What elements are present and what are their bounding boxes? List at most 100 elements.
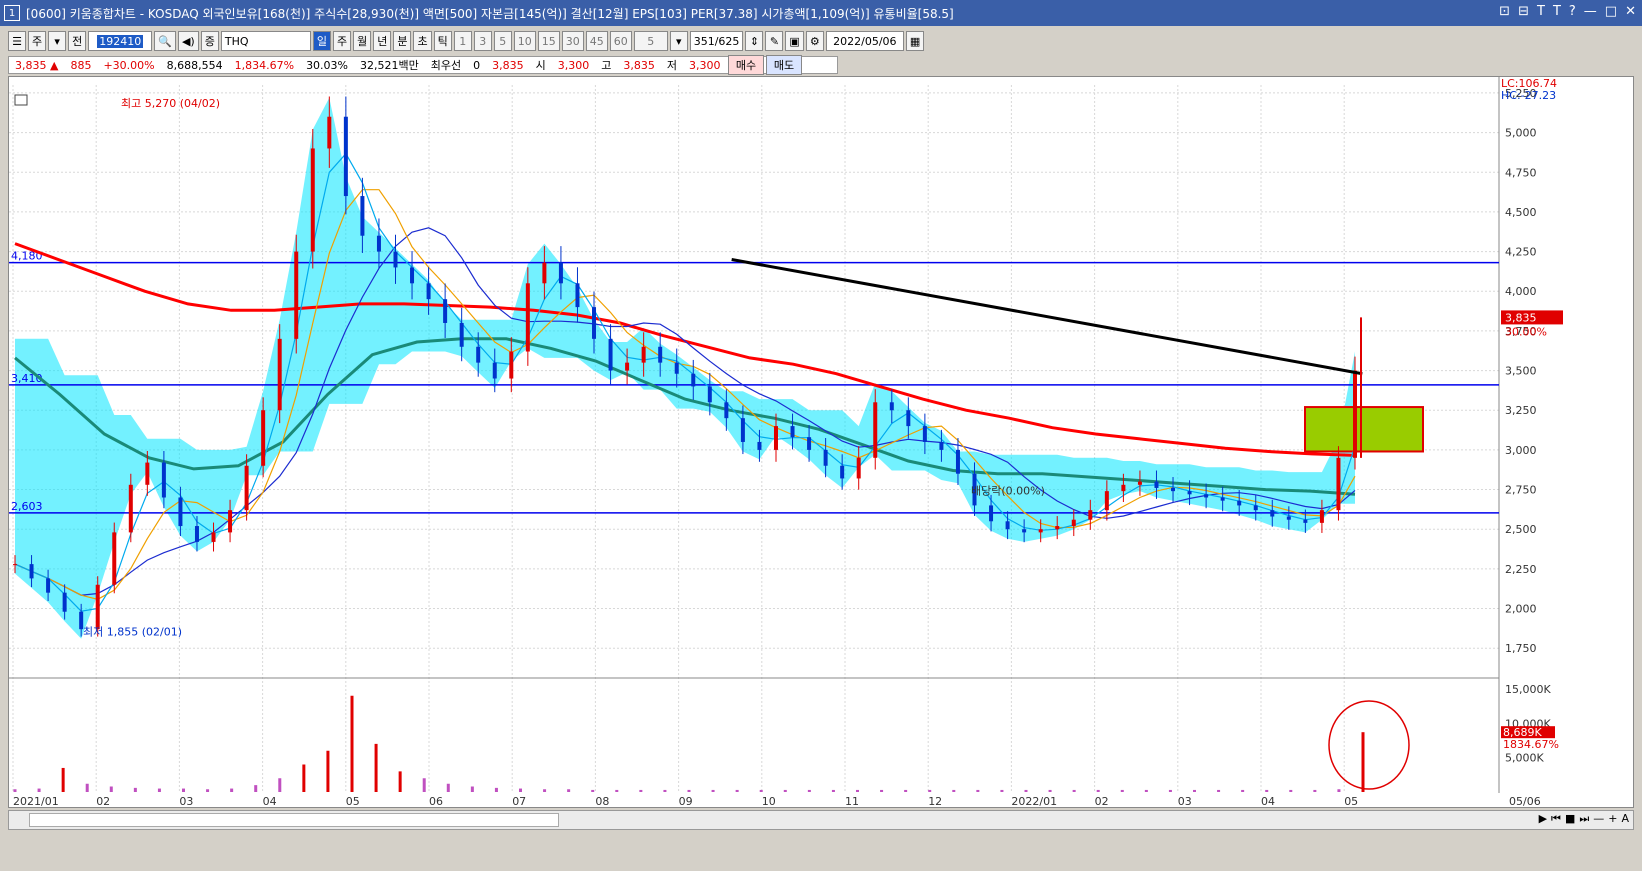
speaker-icon[interactable]: ◀) [177, 31, 199, 51]
candle-body [989, 505, 994, 522]
volume-bar [1241, 789, 1245, 792]
scroll-thumb[interactable] [29, 813, 559, 827]
volume-bar [711, 789, 715, 792]
turnover-rate: 30.03% [306, 58, 349, 72]
chevron-down-icon[interactable]: ▾ [669, 31, 688, 51]
volume-bar [1120, 789, 1124, 792]
restore-small-icon[interactable]: ⊡ [1499, 4, 1510, 19]
volume-bar [1217, 789, 1221, 792]
x-tick-label: 02 [96, 795, 110, 807]
volume-bar [687, 789, 691, 792]
hc-label: HC:-27.23 [1501, 89, 1556, 102]
interval-15[interactable]: 15 [537, 31, 560, 51]
interval-5[interactable]: 5 [493, 31, 512, 51]
calendar-icon[interactable]: ▦ [905, 31, 925, 51]
period-tick[interactable]: 틱 [433, 31, 452, 51]
period-week[interactable]: 주 [332, 31, 352, 51]
forward-icon[interactable]: ⏭ [1579, 812, 1589, 826]
chart-toolbar: ☰ 주 ▾ 전 192410 🔍 ◀) 증 THQ 일 주 월 년 분 초 틱 … [0, 28, 1642, 54]
tile-icon[interactable]: ⊟ [1518, 4, 1529, 19]
stop-icon[interactable]: ■ [1565, 812, 1575, 826]
candle-body [459, 322, 464, 347]
code-type-badge[interactable]: 증 [200, 31, 219, 51]
x-tick-label: 11 [845, 795, 859, 807]
candle-body [773, 426, 778, 450]
candle-body [29, 564, 34, 579]
minimize-button[interactable]: — [1584, 4, 1597, 19]
date-input[interactable]: 2022/05/06 [825, 31, 904, 51]
gear-icon[interactable]: ⚙ [805, 31, 824, 51]
zoom-icon[interactable]: ⇕ [745, 31, 764, 51]
ma-240-line [14, 242, 1356, 457]
buy-button[interactable]: 매수 [728, 55, 764, 75]
count-input[interactable]: 351/625 [689, 31, 744, 51]
best-bid-price: 3,835 [492, 58, 524, 72]
chevron-down-icon[interactable]: ▾ [48, 31, 67, 51]
window-icon[interactable]: 1 [4, 5, 20, 21]
chart-scrollbar[interactable]: ▶ ⏮ ■ ⏭ — + A [8, 810, 1634, 830]
y-tick-label: 2,500 [1505, 523, 1537, 536]
price-change-pct: +30.00% [103, 58, 155, 72]
volume-bar [1361, 732, 1365, 792]
candle-body [294, 251, 299, 339]
period-month[interactable]: 월 [353, 31, 372, 51]
candle-body [1336, 457, 1341, 511]
maximize-button[interactable]: □ [1605, 4, 1617, 19]
help-icon[interactable]: ? [1569, 4, 1576, 19]
interval-45[interactable]: 45 [585, 31, 608, 51]
candle-body [1353, 370, 1357, 458]
last-price-label: 3,835 [1505, 311, 1537, 324]
menu-icon[interactable]: ☰ [8, 31, 26, 51]
quote-bar: 3,835 ▲ 885 +30.00% 8,688,554 1,834.67% … [8, 56, 838, 74]
period-year[interactable]: 년 [373, 31, 392, 51]
period-day[interactable]: 일 [312, 31, 331, 51]
stock-code-input[interactable]: 192410 [88, 31, 153, 51]
candle-body [608, 338, 613, 371]
candle-body [840, 465, 845, 479]
current-price: 3,835 ▲ [15, 58, 59, 72]
volume-tick-label: 15,000K [1505, 683, 1551, 696]
save-icon[interactable]: ▣ [785, 31, 804, 51]
volume-bar [928, 789, 932, 792]
interval-30[interactable]: 30 [561, 31, 584, 51]
interval-input[interactable]: 5 [633, 31, 668, 51]
prev-button[interactable]: 전 [68, 31, 87, 51]
x-tick-label: 07 [512, 795, 526, 807]
volume-bar [13, 789, 17, 792]
search-icon[interactable]: 🔍 [154, 31, 176, 51]
period-minute[interactable]: 분 [393, 31, 412, 51]
font-bigger-icon[interactable]: T [1537, 4, 1545, 19]
zoom-in-icon[interactable]: + [1608, 812, 1617, 826]
x-tick-label: 2022/01 [1011, 795, 1057, 807]
candle-body [95, 584, 100, 630]
interval-60[interactable]: 60 [609, 31, 632, 51]
volume-bar [1024, 789, 1028, 792]
play-icon[interactable]: ▶ [1539, 812, 1547, 826]
candle-body [443, 299, 448, 323]
period-second[interactable]: 초 [413, 31, 432, 51]
zoom-out-icon[interactable]: — [1593, 812, 1604, 826]
candle-body [1038, 529, 1043, 533]
volume-bar [1144, 789, 1148, 792]
chart-area[interactable]: 5,250 5,000 4,750 4,500 4,250 4,000 3,750 3,500… [8, 76, 1634, 808]
volume-bar [1048, 789, 1052, 792]
interval-1[interactable]: 1 [453, 31, 472, 51]
sell-button[interactable]: 매도 [766, 55, 802, 75]
x-tick-label: 12 [928, 795, 942, 807]
candle-body [1220, 497, 1225, 501]
interval-3[interactable]: 3 [473, 31, 492, 51]
close-button[interactable]: ✕ [1625, 4, 1636, 19]
candle-body [13, 564, 17, 566]
title-bar: 1 [0600] 키움종합차트 - KOSDAQ 외국인보유[168(천)] 주… [0, 0, 1642, 26]
price-chart-svg[interactable]: 5,2505,0004,7504,5004,2504,0003,7503,500… [9, 77, 1633, 808]
candle-body [228, 510, 233, 533]
candle-body [939, 441, 944, 450]
font-size-icon[interactable]: A [1621, 812, 1629, 826]
interval-10[interactable]: 10 [513, 31, 536, 51]
draw-tool-icon[interactable]: ✎ [765, 31, 784, 51]
font-smaller-icon[interactable]: T [1553, 4, 1561, 19]
chart-type-select[interactable]: 주 [28, 31, 47, 51]
candle-body [724, 402, 729, 419]
rewind-icon[interactable]: ⏮ [1551, 812, 1561, 826]
candle-body [1286, 516, 1291, 520]
